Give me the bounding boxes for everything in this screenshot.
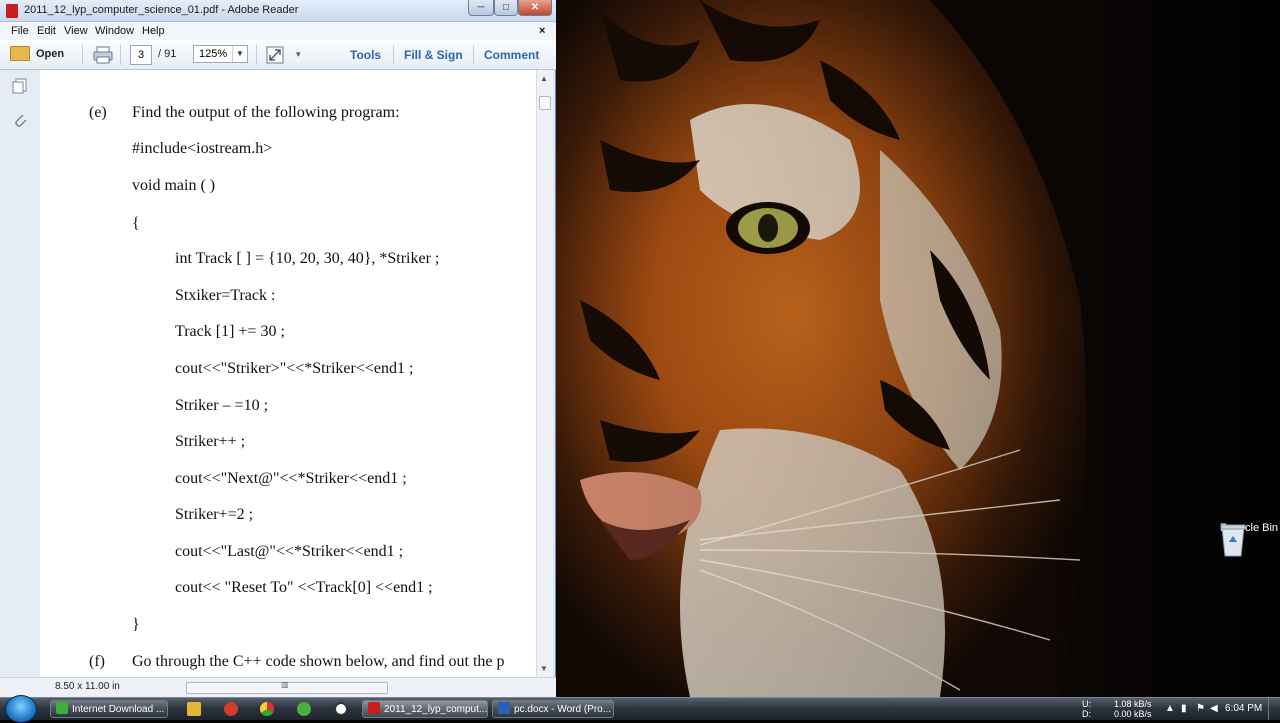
document-close-button[interactable]: × xyxy=(539,25,545,37)
document-line: void main ( ) xyxy=(132,177,216,194)
window-titlebar[interactable]: 2011_12_lyp_computer_science_01.pdf - Ad… xyxy=(0,0,556,22)
fill-sign-button[interactable]: Fill & Sign xyxy=(404,48,463,62)
open-button[interactable]: Open xyxy=(10,46,64,61)
toolbar-divider xyxy=(393,45,394,65)
explorer-icon[interactable] xyxy=(187,702,201,716)
toolbar: Open 3 / 91 125% ▼ ▾ Tools Fill & Sign C… xyxy=(0,40,556,70)
toolbar-divider xyxy=(120,45,121,65)
page-total: / 91 xyxy=(158,48,177,60)
document-line: Striker+=2 ; xyxy=(175,506,254,523)
taskbar: Internet Download ... 2011_12_lyp_comput… xyxy=(0,695,1280,723)
document-line: Striker++ ; xyxy=(175,433,246,450)
download-label: D: xyxy=(1082,709,1091,719)
window-title: 2011_12_lyp_computer_science_01.pdf - Ad… xyxy=(24,4,299,16)
scroll-up-icon[interactable]: ▲ xyxy=(540,74,548,83)
question-label-f: (f) xyxy=(89,653,105,670)
tools-button[interactable]: Tools xyxy=(350,48,381,62)
document-line: Go through the C++ code shown below, and… xyxy=(132,653,505,670)
question-label-e: (e) xyxy=(89,104,107,121)
download-manager-icon xyxy=(56,702,68,714)
download-rate: 0.00 kB/s xyxy=(1114,709,1152,719)
pdf-app-icon xyxy=(6,4,18,18)
task-label: 2011_12_lyp_comput... xyxy=(384,704,488,715)
page-number-input[interactable]: 3 xyxy=(130,45,152,65)
document-line: Find the output of the following program… xyxy=(132,104,400,121)
toolbar-divider xyxy=(82,45,83,65)
page-size-label: 8.50 x 11.00 in xyxy=(55,681,120,692)
document-line: Stxiker=Track : xyxy=(175,287,276,304)
zoom-select[interactable]: 125% ▼ xyxy=(193,45,248,63)
recycle-bin-shortcut[interactable]: Recycle Bin xyxy=(1218,522,1280,557)
document-line: cout<<"Next@"<<*Striker<<end1 ; xyxy=(175,470,407,487)
taskbar-item-internet-download[interactable]: Internet Download ... xyxy=(50,700,168,718)
document-line: } xyxy=(132,616,140,633)
maximize-button[interactable]: □ xyxy=(494,0,518,16)
document-line: Striker – =10 ; xyxy=(175,397,269,414)
status-bar: 8.50 x 11.00 in xyxy=(0,677,556,697)
menu-edit[interactable]: Edit xyxy=(37,25,56,37)
taskbar-item-word[interactable]: pc.docx - Word (Pro... xyxy=(492,700,614,718)
document-line: cout<< "Reset To" <<Track[0] <<end1 ; xyxy=(175,579,433,596)
scrollbar-thumb[interactable] xyxy=(539,96,551,110)
volume-icon[interactable]: ◀ xyxy=(1210,703,1218,714)
media-player-icon[interactable] xyxy=(224,702,238,716)
opera-icon[interactable] xyxy=(334,702,348,716)
menu-window[interactable]: Window xyxy=(95,25,134,37)
close-button[interactable]: ✕ xyxy=(518,0,552,16)
minimize-button[interactable]: ─ xyxy=(468,0,494,16)
tray-overflow-icon[interactable]: ▲ xyxy=(1165,703,1175,714)
toolbar-divider xyxy=(256,45,257,65)
vertical-scrollbar[interactable]: ▲ ▼ xyxy=(536,70,553,677)
start-button[interactable] xyxy=(5,695,37,723)
toolbar-divider xyxy=(473,45,474,65)
task-label: pc.docx - Word (Pro... xyxy=(514,704,612,715)
scroll-down-icon[interactable]: ▼ xyxy=(540,664,548,673)
comment-button[interactable]: Comment xyxy=(484,48,539,62)
document-line: #include<iostream.h> xyxy=(132,140,273,157)
open-label: Open xyxy=(36,47,65,60)
recycle-bin-icon xyxy=(1220,524,1246,557)
chevron-down-icon[interactable]: ▼ xyxy=(232,46,247,62)
document-line: cout<<"Last@"<<*Striker<<end1 ; xyxy=(175,543,404,560)
document-line: cout<<"Striker>"<<*Striker<<end1 ; xyxy=(175,360,414,377)
menu-bar: File Edit View Window Help × xyxy=(0,22,556,40)
chrome-icon[interactable] xyxy=(260,702,274,716)
upload-rate: 1.08 kB/s xyxy=(1114,699,1152,709)
attachments-icon[interactable] xyxy=(12,112,28,128)
adobe-reader-icon xyxy=(368,702,380,714)
task-label: Internet Download ... xyxy=(72,704,165,715)
navigation-pane xyxy=(0,70,41,677)
horizontal-scrollbar[interactable] xyxy=(186,680,388,694)
action-center-icon[interactable]: ⚑ xyxy=(1196,703,1205,714)
menu-file[interactable]: File xyxy=(11,25,29,37)
clock[interactable]: 6:04 PM xyxy=(1225,703,1262,714)
printer-icon[interactable] xyxy=(93,46,113,64)
document-line: Track [1] += 30 ; xyxy=(175,323,285,340)
page-thumbnails-icon[interactable] xyxy=(12,78,28,94)
menu-help[interactable]: Help xyxy=(142,25,165,37)
folder-icon xyxy=(10,46,30,61)
network-icon[interactable]: ▮ xyxy=(1181,703,1187,714)
pdf-page[interactable]: (e) Find the output of the following pro… xyxy=(40,70,536,677)
utorrent-icon[interactable] xyxy=(297,702,311,716)
taskbar-item-adobe-reader[interactable]: 2011_12_lyp_comput... xyxy=(362,700,488,718)
show-desktop-button[interactable] xyxy=(1268,698,1280,720)
adobe-reader-window: 2011_12_lyp_computer_science_01.pdf - Ad… xyxy=(0,0,556,697)
fit-page-icon[interactable] xyxy=(266,46,284,64)
document-line: { xyxy=(132,215,140,232)
document-line: int Track [ ] = {10, 20, 30, 40}, *Strik… xyxy=(175,250,440,267)
word-icon xyxy=(498,702,510,714)
zoom-value: 125% xyxy=(199,48,228,60)
toolbar-overflow-icon[interactable]: ▾ xyxy=(296,49,301,60)
menu-view[interactable]: View xyxy=(64,25,88,37)
upload-label: U: xyxy=(1082,699,1091,709)
